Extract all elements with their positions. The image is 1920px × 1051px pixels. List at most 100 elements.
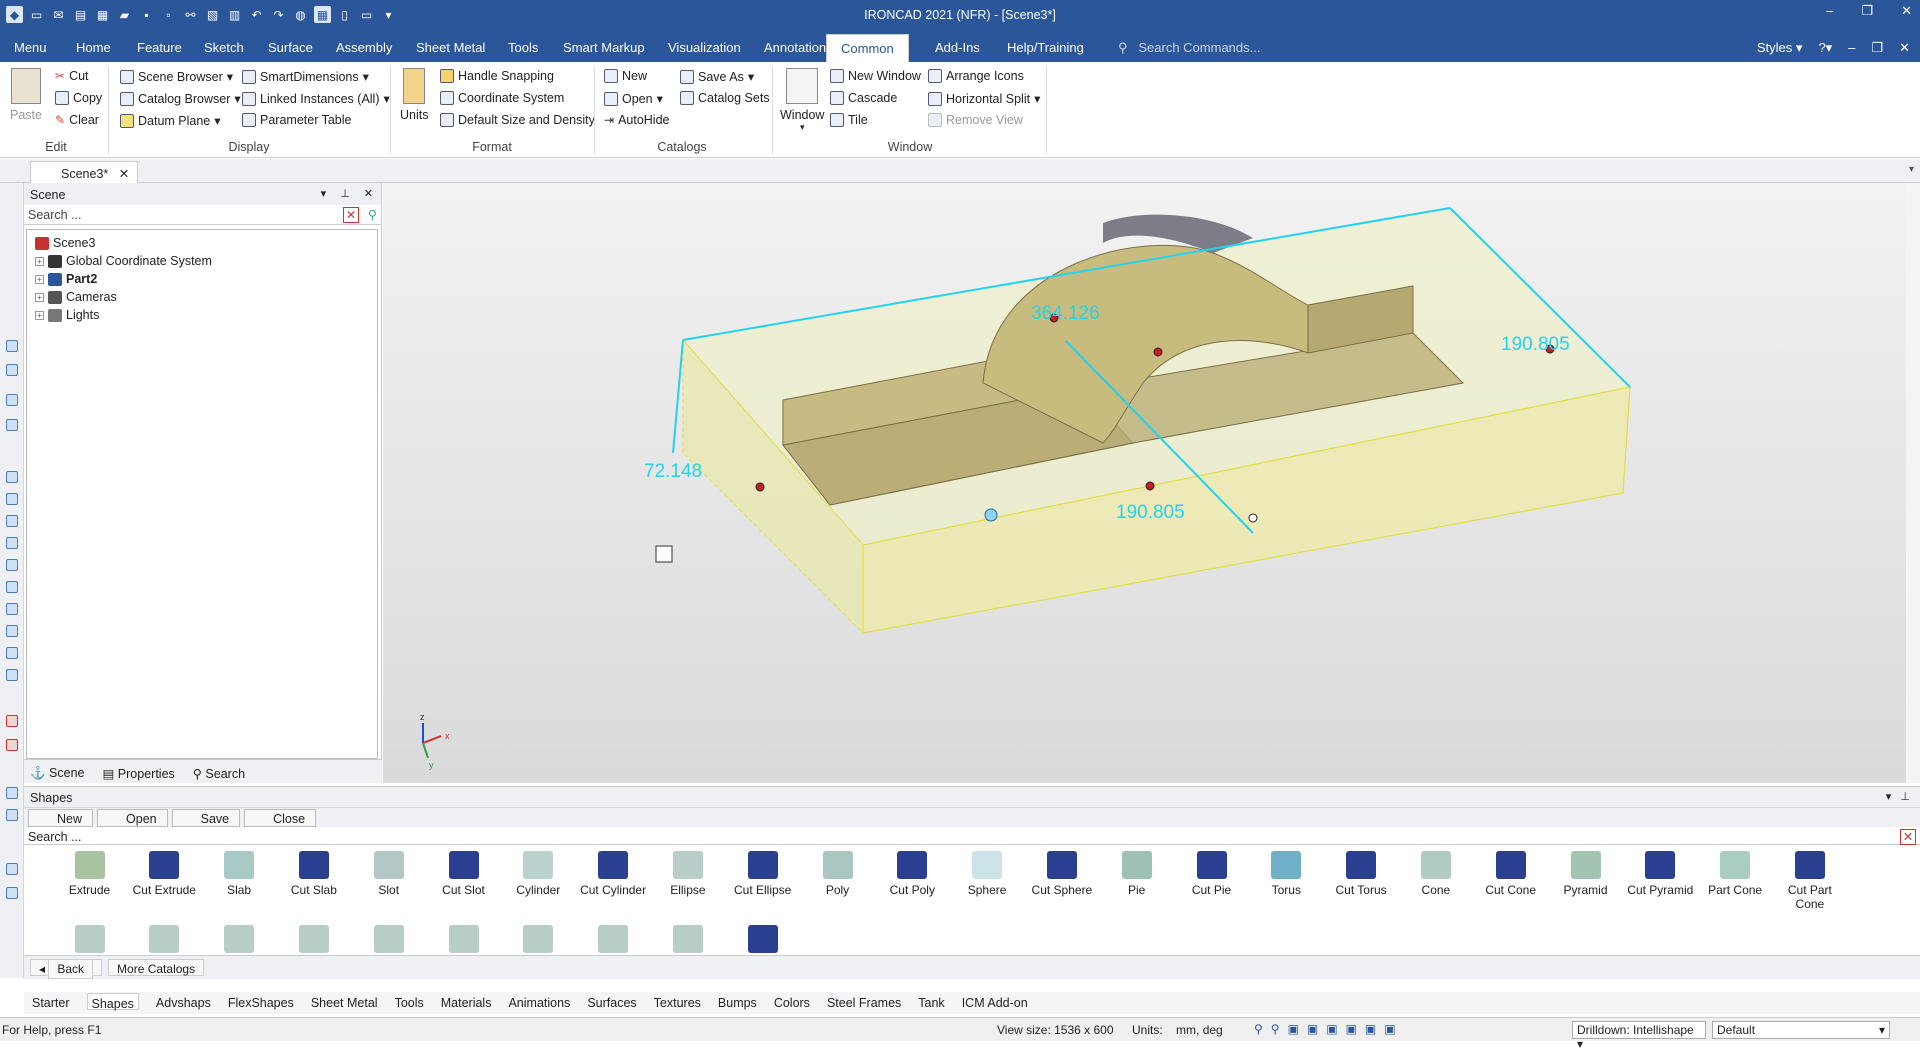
copy-button[interactable]: Copy xyxy=(55,91,102,105)
tool-icon-17[interactable] xyxy=(6,787,18,799)
minimize-icon[interactable]: – xyxy=(1826,3,1833,19)
catalog-new-button[interactable]: New xyxy=(604,69,647,83)
anchor-icon[interactable] xyxy=(655,545,673,563)
height-dimension-line[interactable] xyxy=(672,339,684,454)
tool-icon-9[interactable] xyxy=(6,559,18,571)
catalog-browser-button[interactable]: Catalog Browser ▾ xyxy=(120,91,241,106)
shape-item[interactable]: Cut Slab xyxy=(276,851,351,897)
tool-icon-5[interactable] xyxy=(6,471,18,483)
remove-view-button[interactable]: Remove View xyxy=(928,113,1023,127)
tool-icon-4[interactable] xyxy=(6,419,18,431)
catalog-save-btn[interactable]: Save xyxy=(171,809,241,827)
restore-icon[interactable]: ❐ xyxy=(1861,3,1873,19)
menu-tab-smart-markup[interactable]: Smart Markup xyxy=(563,40,645,55)
catalog-tab-steel-frames[interactable]: Steel Frames xyxy=(827,996,901,1010)
menu-tab-help-training[interactable]: Help/Training xyxy=(1007,40,1084,55)
tool-icon-1[interactable] xyxy=(6,340,18,352)
menu-tab-visualization[interactable]: Visualization xyxy=(668,40,741,55)
shape-item[interactable] xyxy=(576,925,651,955)
tool-icon-8[interactable] xyxy=(6,537,18,549)
tool-icon-10[interactable] xyxy=(6,581,18,593)
pin-icon[interactable]: ⊥ xyxy=(340,187,350,200)
shape-item[interactable]: Extrude xyxy=(52,851,127,897)
mdi-close-icon[interactable]: ✕ xyxy=(1899,40,1910,56)
scene-search-input[interactable]: Search ... ✕ ⚲ xyxy=(24,205,381,225)
tree-item[interactable]: + Global Coordinate System xyxy=(27,252,377,270)
menu-tab-feature[interactable]: Feature xyxy=(137,40,182,55)
tri-ball-icon[interactable] xyxy=(984,508,998,522)
size-handle[interactable] xyxy=(1153,347,1163,357)
shape-item[interactable]: Poly xyxy=(800,851,875,897)
catalog-tab-tools[interactable]: Tools xyxy=(395,996,424,1010)
catalog-tab-colors[interactable]: Colors xyxy=(774,996,810,1010)
clear-search-icon[interactable]: ✕ xyxy=(343,207,359,223)
catalog-tab-starter[interactable]: Starter xyxy=(32,996,70,1010)
catalog-open-btn[interactable]: Open xyxy=(97,809,168,827)
shape-item[interactable]: Cut Torus xyxy=(1324,851,1399,897)
doc-tab-scene3[interactable]: Scene3* ✕ xyxy=(30,161,139,183)
shape-item[interactable]: Cut Poly xyxy=(875,851,950,897)
shape-item[interactable]: Slot xyxy=(351,851,426,897)
width-dimension-label-top[interactable]: 190.805 xyxy=(1501,334,1570,355)
menu-tab-tools[interactable]: Tools xyxy=(508,40,538,55)
tool-icon-14[interactable] xyxy=(6,669,18,681)
arrange-icons-button[interactable]: Arrange Icons xyxy=(928,69,1024,83)
length-dimension-label[interactable]: 364.126 xyxy=(1031,303,1100,324)
tool-icon-18[interactable] xyxy=(6,809,18,821)
catalog-tab-textures[interactable]: Textures xyxy=(654,996,701,1010)
shape-item[interactable]: Pyramid xyxy=(1548,851,1623,897)
scene-tab[interactable]: ⚓ Scene xyxy=(30,766,85,780)
shape-item[interactable] xyxy=(426,925,501,955)
close-tab-icon[interactable]: ✕ xyxy=(119,167,129,181)
expand-icon[interactable]: + xyxy=(35,274,44,284)
tool-icon-7[interactable] xyxy=(6,515,18,527)
shape-item[interactable]: Cut Cylinder xyxy=(576,851,651,897)
shapes-panel-controls-icon[interactable]: ▾ ⊥ xyxy=(1886,790,1910,803)
shape-item[interactable]: Cut Part Cone xyxy=(1772,851,1847,911)
search-commands[interactable]: ⚲ Search Commands... xyxy=(1118,40,1260,56)
shape-item[interactable]: Cut Ellipse xyxy=(725,851,800,897)
shape-item[interactable]: Cut Pyramid xyxy=(1623,851,1698,897)
filter-icon[interactable]: ⚲ xyxy=(368,207,377,222)
tool-icon-3[interactable] xyxy=(6,394,18,406)
panel-close-icon[interactable]: ✕ xyxy=(364,187,373,200)
expand-icon[interactable]: + xyxy=(35,256,44,266)
styles-dropdown[interactable]: Styles ▾ xyxy=(1757,40,1803,56)
close-icon[interactable]: ✕ xyxy=(1901,3,1912,19)
shape-item[interactable]: Cut Slot xyxy=(426,851,501,897)
cascade-button[interactable]: Cascade xyxy=(830,91,897,105)
shape-item[interactable]: Pie xyxy=(1099,851,1174,897)
back-button[interactable]: ◂ Back xyxy=(30,959,103,979)
tool-icon-20[interactable] xyxy=(6,887,18,899)
viewport-scrollbar[interactable] xyxy=(1906,183,1920,783)
shape-item[interactable]: Torus xyxy=(1249,851,1324,897)
scene-drawing[interactable]: 364.126 190.805 190.805 72.148 z x y xyxy=(383,183,1920,783)
catalog-tab-advshaps[interactable]: Advshaps xyxy=(156,996,211,1010)
tree-item[interactable]: + Cameras xyxy=(27,288,377,306)
mode-select[interactable]: Default ▾ xyxy=(1712,1021,1890,1039)
catalog-tab-surfaces[interactable]: Surfaces xyxy=(587,996,636,1010)
tool-icon-13[interactable] xyxy=(6,647,18,659)
panel-menu-icon[interactable]: ▾ xyxy=(321,187,327,200)
paste-button[interactable]: Paste xyxy=(10,68,42,122)
shape-item[interactable] xyxy=(52,925,127,955)
shape-item[interactable]: Cut Cone xyxy=(1473,851,1548,897)
scene-browser-button[interactable]: Scene Browser ▾ xyxy=(120,69,233,84)
catalog-tab-animations[interactable]: Animations xyxy=(508,996,570,1010)
menu-tab-assembly[interactable]: Assembly xyxy=(336,40,392,55)
menu-tab-common[interactable]: Common xyxy=(826,34,909,62)
tool-icon-16[interactable] xyxy=(6,739,18,751)
tree-item[interactable]: + Part2 xyxy=(27,270,377,288)
window-button[interactable]: Window ▾ xyxy=(780,68,824,133)
shape-item[interactable]: Cylinder xyxy=(501,851,576,897)
catalog-tab-icm-add-on[interactable]: ICM Add-on xyxy=(962,996,1028,1010)
mdi-minimize-icon[interactable]: – xyxy=(1848,40,1855,56)
search-tab[interactable]: ⚲ Search xyxy=(193,766,245,781)
shape-item[interactable]: Cut Pie xyxy=(1174,851,1249,897)
coordinate-system-button[interactable]: Coordinate System xyxy=(440,91,564,105)
clear-button[interactable]: ✎ Clear xyxy=(55,113,99,127)
tree-item[interactable]: Scene3 xyxy=(27,234,377,252)
linked-instances-button[interactable]: Linked Instances (All) ▾ xyxy=(242,91,390,106)
shape-item[interactable]: Sphere xyxy=(950,851,1025,897)
tool-icon-2[interactable] xyxy=(6,364,18,376)
